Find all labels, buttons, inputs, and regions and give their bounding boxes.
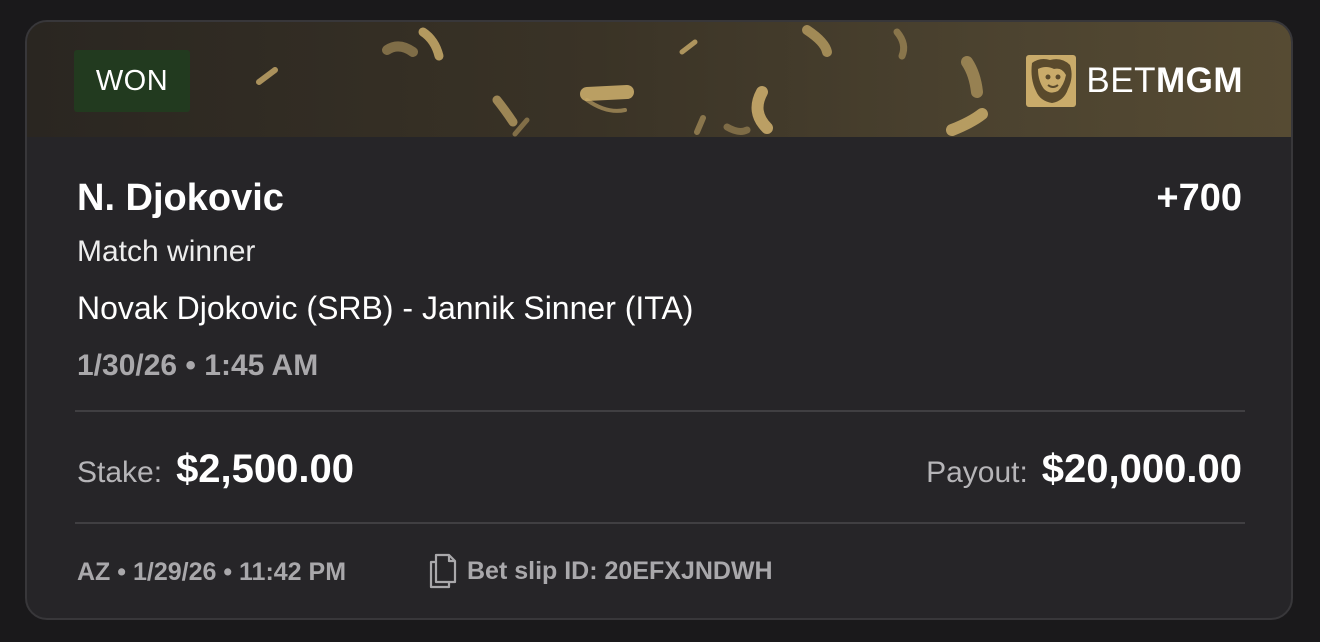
bet-slip-id[interactable]: Bet slip ID: 20EFXJNDWH: [427, 552, 773, 590]
brand-wordmark: BETMGM: [1086, 61, 1243, 101]
stake-value: $2,500.00: [176, 447, 355, 491]
odds-value: +700: [1156, 177, 1242, 219]
divider: [75, 522, 1245, 524]
placed-info: AZ • 1/29/26 • 11:42 PM: [77, 558, 347, 586]
status-badge: WON: [74, 50, 190, 112]
market-name: Match winner: [77, 235, 256, 268]
divider: [75, 410, 1245, 412]
lion-logo-icon: [1026, 55, 1077, 107]
event-time: 1/30/26 • 1:45 AM: [77, 349, 319, 382]
payout: Payout: $20,000.00: [926, 447, 1242, 492]
stake-label: Stake:: [77, 456, 163, 489]
copy-icon[interactable]: [427, 552, 459, 590]
bet-slip-id-text: Bet slip ID: 20EFXJNDWH: [467, 556, 773, 585]
payout-label: Payout:: [926, 456, 1028, 489]
brand-wordmark-light: BET: [1086, 61, 1156, 100]
brand-wordmark-bold: MGM: [1155, 61, 1243, 100]
event-name: Novak Djokovic (SRB) - Jannik Sinner (IT…: [77, 290, 694, 326]
bet-card: WON BETMGM N. Djokovic +700 Match winner…: [25, 20, 1293, 620]
stake: Stake: $2,500.00: [77, 447, 354, 492]
win-banner: WON BETMGM: [27, 22, 1291, 137]
selection-name: N. Djokovic: [77, 177, 284, 219]
brand-logo: BETMGM: [1026, 55, 1243, 107]
payout-value: $20,000.00: [1041, 447, 1242, 491]
